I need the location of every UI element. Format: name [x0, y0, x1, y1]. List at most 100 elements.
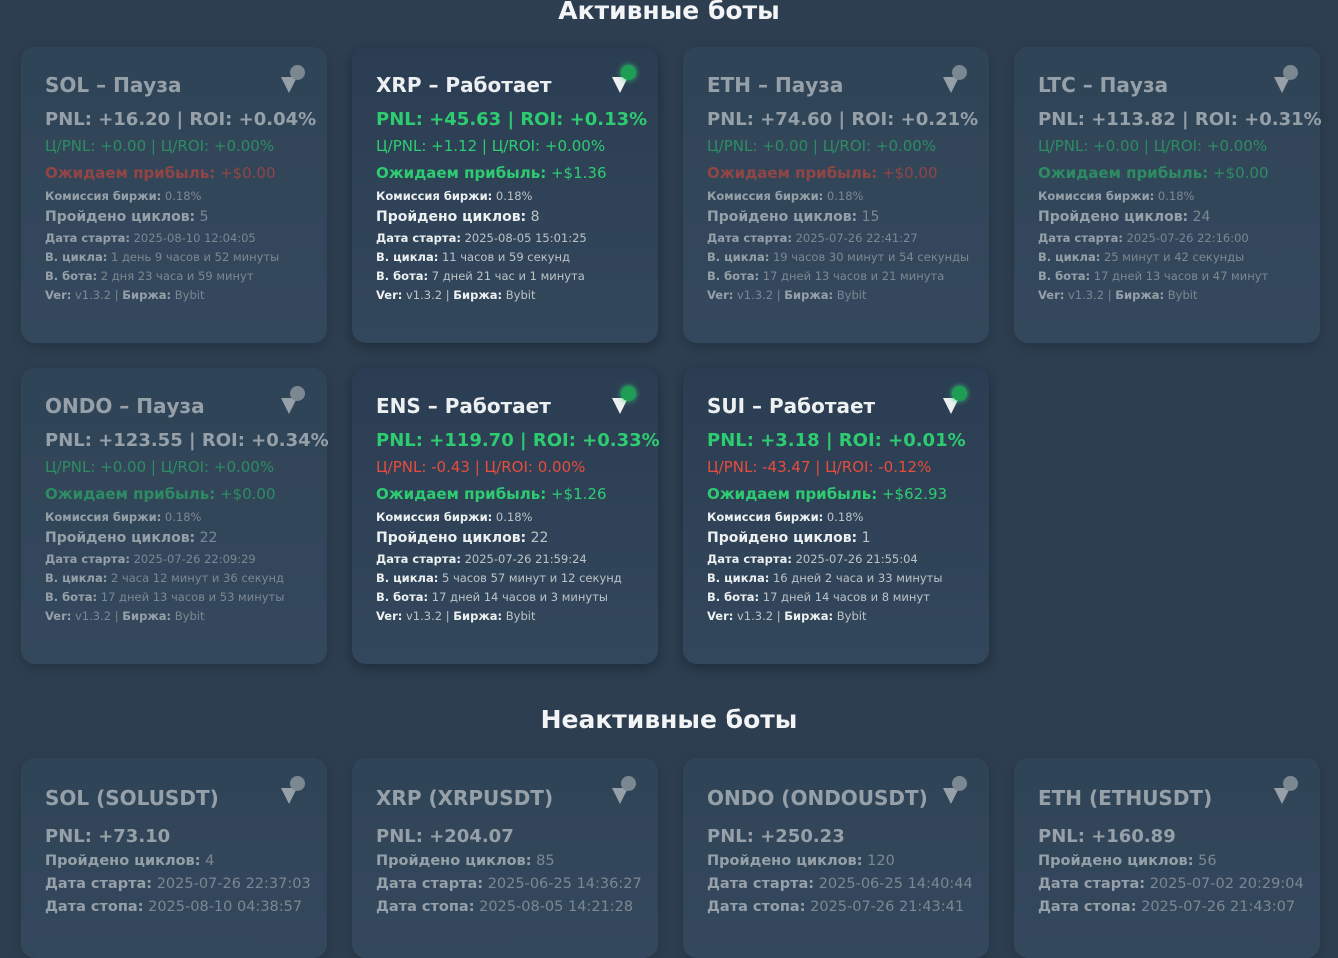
- play-pause-icon[interactable]: [612, 776, 638, 806]
- expected-profit: Ожидаем прибыль: +$1.36: [376, 160, 646, 187]
- cycles-label: Пройдено циклов:: [45, 209, 196, 225]
- inactive-bot-card[interactable]: ETH (ETHUSDT) PNL: +160.89 Пройдено циклов…: [1014, 758, 1320, 958]
- fee-row: Комиссия биржи: 0.18%: [45, 508, 315, 527]
- play-pause-icon[interactable]: [1274, 776, 1300, 806]
- bot-pnl: PNL: +113.82 | ROI: +0.31%: [1038, 109, 1322, 130]
- expected-label: Ожидаем прибыль:: [376, 485, 547, 503]
- start-date-row: Дата старта: 2025-06-25 14:40:44: [707, 873, 977, 896]
- expected-profit: Ожидаем прибыль: +$0.00: [45, 481, 315, 508]
- bot-time-value: 17 дней 14 часов и 3 минуты: [431, 590, 608, 604]
- version-row: Ver: v1.3.2 | Биржа: Bybit: [45, 607, 315, 626]
- status-dot-icon: [621, 776, 636, 791]
- bot-cycle-pnl: Ц/PNL: +0.00 | Ц/ROI: +0.00%: [707, 137, 937, 155]
- cycle-time-label: В. цикла:: [707, 250, 770, 264]
- start-date-row: Дата старта: 2025-08-10 12:04:05: [45, 229, 315, 248]
- start-date-label: Дата старта:: [376, 876, 484, 892]
- expected-profit: Ожидаем прибыль: +$0.00: [707, 160, 977, 187]
- exchange-value: Bybit: [836, 288, 867, 302]
- bot-title: ETH – Пауза: [707, 73, 844, 97]
- active-bot-card[interactable]: LTC – Пауза PNL: +113.82 | ROI: +0.31% Ц/P…: [1014, 47, 1322, 343]
- stop-date-label: Дата стопа:: [376, 899, 475, 915]
- play-pause-icon[interactable]: [1274, 65, 1300, 95]
- bot-pnl: PNL: +74.60 | ROI: +0.21%: [707, 109, 979, 130]
- start-date-row: Дата старта: 2025-07-26 22:41:27: [707, 229, 977, 248]
- bot-time-label: В. бота:: [376, 269, 429, 283]
- stop-date-value: 2025-07-26 21:43:07: [1141, 899, 1296, 915]
- active-bot-card[interactable]: ONDO – Пауза PNL: +123.55 | ROI: +0.34% Ц/…: [21, 368, 329, 664]
- fee-label: Комиссия биржи:: [707, 510, 824, 524]
- cycles-value: 85: [536, 853, 555, 869]
- cycles-value: 4: [205, 853, 215, 869]
- status-dot-icon: [621, 386, 636, 401]
- separator: |: [773, 288, 785, 302]
- cycles-label: Пройдено циклов:: [376, 853, 532, 869]
- ver-label: Ver:: [45, 609, 72, 623]
- start-date-row: Дата старта: 2025-06-25 14:36:27: [376, 873, 646, 896]
- bot-title: ONDO – Пауза: [45, 394, 205, 418]
- ver-label: Ver:: [45, 288, 72, 302]
- cycle-time-label: В. цикла:: [376, 250, 439, 264]
- start-date-label: Дата старта:: [45, 876, 153, 892]
- cycle-time-row: В. цикла: 25 минут и 42 секунды: [1038, 248, 1308, 267]
- separator: |: [773, 609, 785, 623]
- play-pause-icon[interactable]: [943, 776, 969, 806]
- active-bot-card[interactable]: XRP – Работает PNL: +45.63 | ROI: +0.13% Ц…: [352, 47, 658, 343]
- exchange-value: Bybit: [505, 288, 536, 302]
- play-pause-icon[interactable]: [281, 65, 307, 95]
- status-dot-icon: [1283, 65, 1298, 80]
- ver-value: v1.3.2: [406, 288, 443, 302]
- stop-date-label: Дата стопа:: [1038, 899, 1137, 915]
- cycles-value: 120: [867, 853, 895, 869]
- stop-date-row: Дата стопа: 2025-07-26 21:43:41: [707, 896, 977, 919]
- start-date-value: 2025-07-26 22:41:27: [795, 231, 918, 245]
- cycles-value: 56: [1198, 853, 1217, 869]
- version-row: Ver: v1.3.2 | Биржа: Bybit: [376, 286, 646, 305]
- active-bot-card[interactable]: SOL – Пауза PNL: +16.20 | ROI: +0.04% Ц/PN…: [21, 47, 327, 343]
- ver-label: Ver:: [376, 609, 403, 623]
- active-bot-card[interactable]: SUI – Работает PNL: +3.18 | ROI: +0.01% Ц/…: [683, 368, 989, 664]
- bot-title: XRP – Работает: [376, 73, 552, 97]
- cycles-value: 24: [1192, 209, 1211, 225]
- bot-time-value: 17 дней 14 часов и 8 минут: [762, 590, 930, 604]
- cycles-label: Пройдено циклов:: [45, 530, 196, 546]
- bot-time-row: В. бота: 17 дней 13 часов и 21 минута: [707, 267, 977, 286]
- play-pause-icon[interactable]: [943, 65, 969, 95]
- start-date-row: Дата старта: 2025-07-26 22:09:29: [45, 550, 315, 569]
- bot-time-row: В. бота: 17 дней 14 часов и 8 минут: [707, 588, 977, 607]
- bot-title: SOL (SOLUSDT): [45, 786, 219, 810]
- running-status-icon[interactable]: [943, 386, 969, 416]
- active-bot-card[interactable]: ETH – Пауза PNL: +74.60 | ROI: +0.21% Ц/PN…: [683, 47, 989, 343]
- cycle-time-value: 5 часов 57 минут и 12 секунд: [441, 571, 622, 585]
- fee-label: Комиссия биржи:: [707, 189, 824, 203]
- play-pause-icon[interactable]: [281, 776, 307, 806]
- exchange-label: Биржа:: [784, 609, 834, 623]
- inactive-bot-card[interactable]: XRP (XRPUSDT) PNL: +204.07 Пройдено циклов…: [352, 758, 658, 958]
- exchange-label: Биржа:: [453, 609, 503, 623]
- inactive-bot-card[interactable]: ONDO (ONDOUSDT) PNL: +250.23 Пройдено цикл…: [683, 758, 989, 958]
- inactive-bot-card[interactable]: SOL (SOLUSDT) PNL: +73.10 Пройдено циклов:…: [21, 758, 327, 958]
- bot-time-row: В. бота: 17 дней 13 часов и 53 минуты: [45, 588, 315, 607]
- expected-label: Ожидаем прибыль:: [45, 485, 216, 503]
- exchange-label: Биржа:: [1115, 288, 1165, 302]
- start-date-value: 2025-07-26 21:55:04: [795, 552, 918, 566]
- ver-label: Ver:: [707, 609, 734, 623]
- fee-label: Комиссия биржи:: [45, 510, 162, 524]
- running-status-icon[interactable]: [612, 386, 638, 416]
- running-status-icon[interactable]: [612, 65, 638, 95]
- play-pause-icon[interactable]: [281, 386, 307, 416]
- active-bot-card[interactable]: ENS – Работает PNL: +119.70 | ROI: +0.33%…: [352, 368, 660, 664]
- cycle-time-row: В. цикла: 2 часа 12 минут и 36 секунд: [45, 569, 315, 588]
- fee-label: Комиссия биржи:: [376, 510, 493, 524]
- cycle-time-value: 2 часа 12 минут и 36 секунд: [110, 571, 284, 585]
- version-row: Ver: v1.3.2 | Биржа: Bybit: [45, 286, 315, 305]
- cycle-time-row: В. цикла: 19 часов 30 минут и 54 секунды: [707, 248, 977, 267]
- cycles-value: 22: [530, 530, 549, 546]
- start-date-value: 2025-07-26 22:37:03: [156, 876, 311, 892]
- bot-time-row: В. бота: 7 дней 21 час и 1 минута: [376, 267, 646, 286]
- bot-time-label: В. бота:: [707, 590, 760, 604]
- cycles-row: Пройдено циклов: 85: [376, 850, 646, 873]
- bot-time-label: В. бота:: [376, 590, 429, 604]
- stop-date-value: 2025-07-26 21:43:41: [810, 899, 965, 915]
- fee-row: Комиссия биржи: 0.18%: [1038, 187, 1308, 206]
- exchange-value: Bybit: [174, 288, 205, 302]
